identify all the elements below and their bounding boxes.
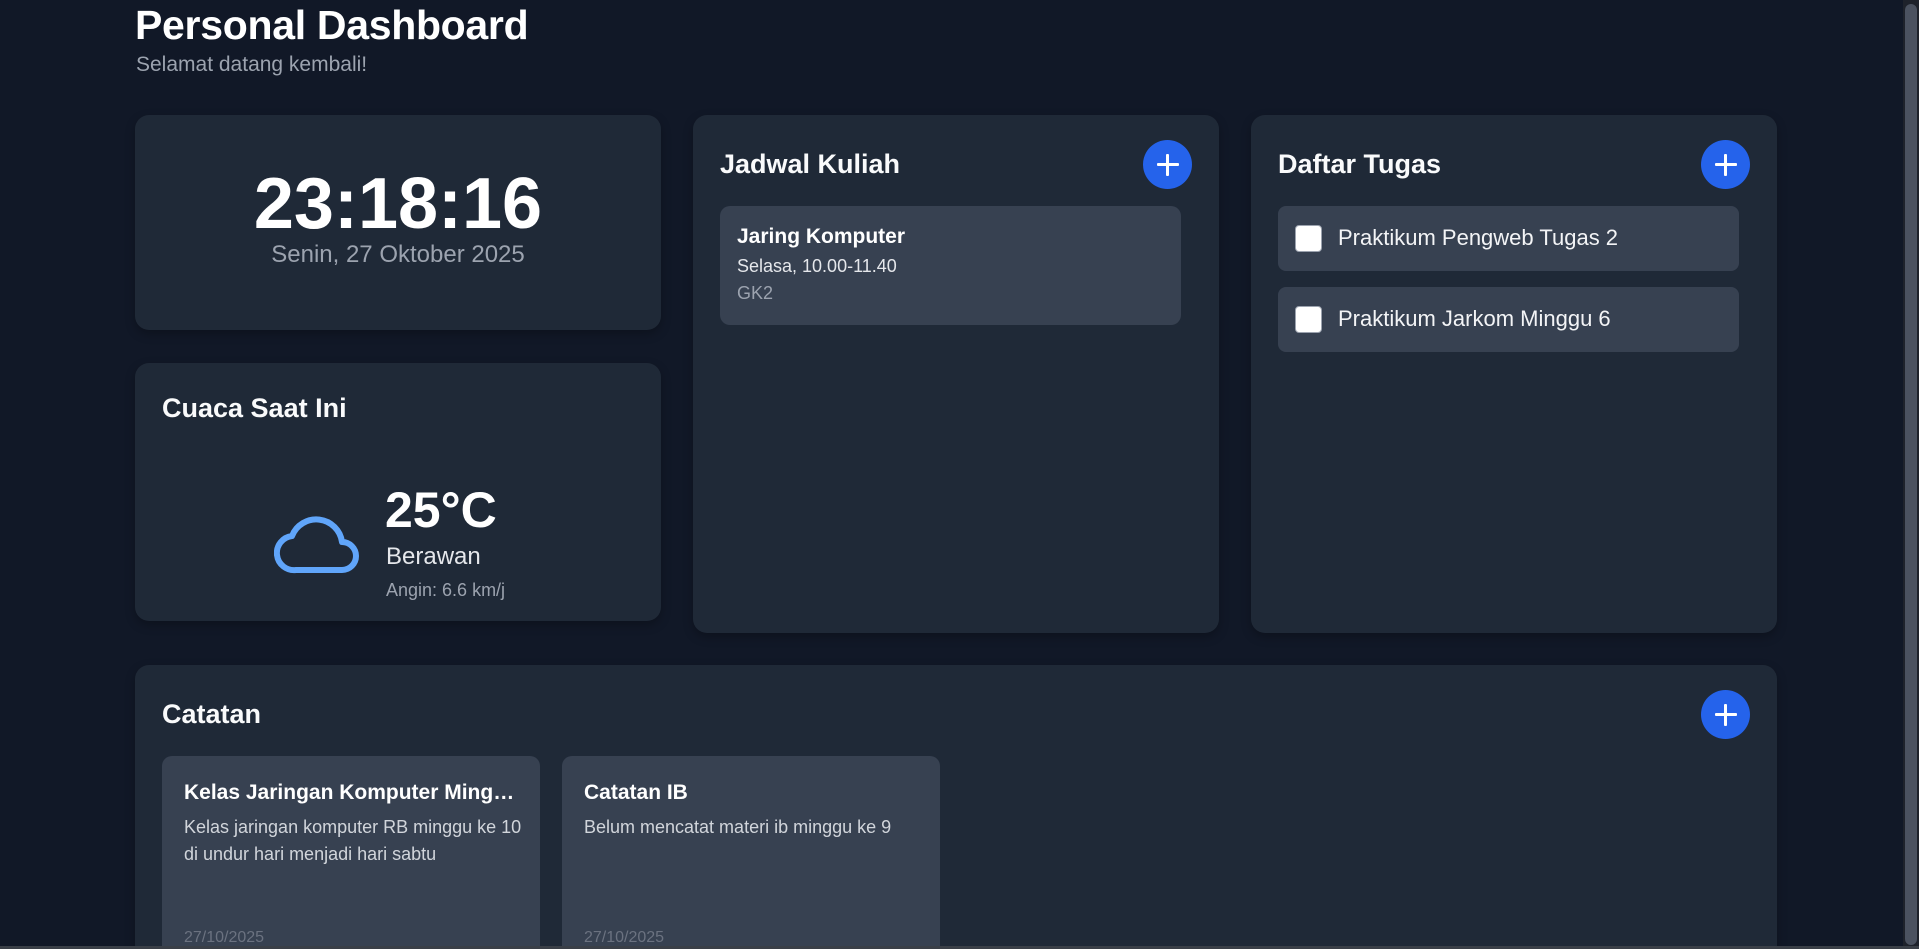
weather-card: Cuaca Saat Ini 25°C Berawan Angin: 6.6 k… [135,363,661,621]
task-label: Praktikum Jarkom Minggu 6 [1338,306,1611,331]
cloud-icon [274,516,359,574]
note-title: Catatan IB [584,781,688,804]
add-schedule-button[interactable] [1143,140,1192,189]
note-card[interactable]: Catatan IB Belum mencatat materi ib ming… [562,756,940,949]
note-date: 27/10/2025 [584,929,665,946]
add-task-button[interactable] [1701,140,1750,189]
note-title: Kelas Jaringan Komputer Minggu 10 [184,781,520,804]
schedule-course-time: Selasa, 10.00-11.40 [737,256,897,276]
clock-card: 23:18:16 Senin, 27 Oktober 2025 [135,115,661,330]
temperature: 25°C [385,482,497,538]
tasks-card: Daftar Tugas Praktikum Pengweb Tugas 2 P… [1251,115,1777,633]
weather-title: Cuaca Saat Ini [162,393,347,423]
task-checkbox[interactable] [1295,306,1322,333]
note-card[interactable]: Kelas Jaringan Komputer Minggu 10 Kelas … [162,756,540,949]
task-label: Praktikum Pengweb Tugas 2 [1338,225,1619,250]
task-item: Praktikum Pengweb Tugas 2 [1278,206,1739,271]
notes-title: Catatan [162,699,262,729]
schedule-title: Jadwal Kuliah [720,149,901,179]
task-checkbox[interactable] [1295,225,1322,252]
note-body: Belum mencatat materi ib minggu ke 9 [584,817,892,837]
scrollbar-thumb[interactable] [1905,4,1917,945]
vertical-scrollbar[interactable] [1903,0,1919,949]
dashboard-page: Personal Dashboard Selamat datang kembal… [0,0,1919,949]
page-title: Personal Dashboard [135,2,529,48]
schedule-item[interactable]: Jaring Komputer Selasa, 10.00-11.40 GK2 [720,206,1181,325]
clock-date: Senin, 27 Oktober 2025 [271,241,525,268]
schedule-course-name: Jaring Komputer [737,225,906,248]
schedule-course-room: GK2 [737,283,774,303]
add-note-button[interactable] [1701,690,1750,739]
notes-card: Catatan Kelas Jaringan Komputer Minggu 1… [135,665,1777,949]
clock-time: 23:18:16 [253,164,543,244]
page-subtitle: Selamat datang kembali! [136,53,368,76]
task-item: Praktikum Jarkom Minggu 6 [1278,287,1739,352]
note-date: 27/10/2025 [184,929,265,946]
weather-condition: Berawan [386,543,481,570]
wind-speed: Angin: 6.6 km/j [386,580,506,600]
tasks-title: Daftar Tugas [1278,149,1442,179]
note-body: Kelas jaringan komputer RB minggu ke 10 … [184,817,522,864]
schedule-card: Jadwal Kuliah Jaring Komputer Selasa, 10… [693,115,1219,633]
